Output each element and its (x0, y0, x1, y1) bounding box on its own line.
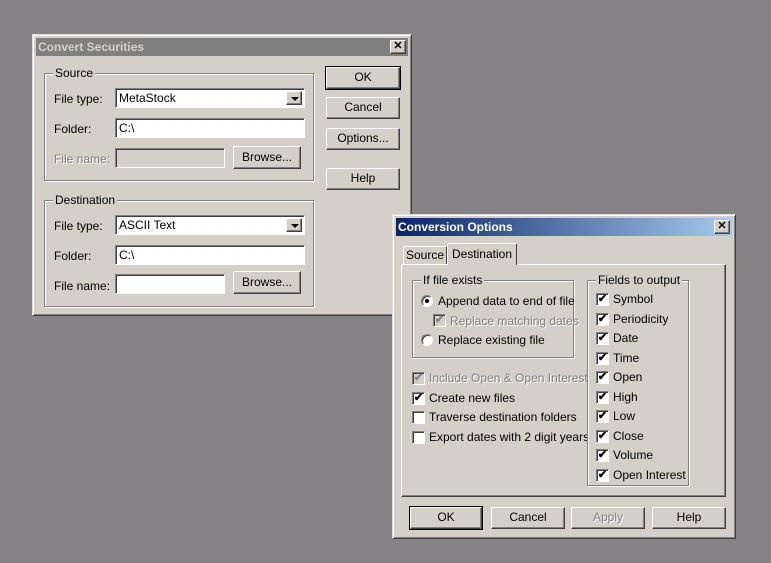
field-checkbox[interactable]: ✔ (596, 371, 609, 384)
source-folder-input[interactable]: C:\ (115, 118, 305, 138)
convert-window-titlebar[interactable]: Convert Securities ✕ (36, 38, 408, 56)
options-apply-button: Apply (571, 507, 645, 529)
field-label: High (613, 389, 638, 404)
append-label: Append data to end of file (438, 294, 575, 308)
if-file-exists-legend: If file exists (421, 273, 485, 287)
field-label: Periodicity (613, 311, 669, 326)
option-label: Export dates with 2 digit years (429, 429, 590, 444)
dest-file-type-value: ASCII Text (119, 218, 176, 232)
field-checkbox[interactable]: ✔ (596, 410, 609, 423)
options-help-button[interactable]: Help (652, 507, 726, 529)
close-icon[interactable]: ✕ (714, 220, 730, 234)
source-browse-button[interactable]: Browse... (233, 146, 301, 169)
help-button[interactable]: Help (326, 168, 400, 190)
field-checkbox[interactable]: ✔ (596, 332, 609, 345)
option-checkbox[interactable] (412, 411, 425, 424)
replace-file-label: Replace existing file (438, 333, 545, 347)
convert-securities-window: Convert Securities ✕ Source File type: M… (32, 34, 412, 316)
dest-folder-label: Folder: (54, 249, 92, 263)
field-label: Time (613, 350, 640, 365)
source-file-name-label: File name: (54, 152, 111, 166)
source-file-type-label: File type: (54, 92, 103, 106)
field-checkbox[interactable]: ✔ (596, 293, 609, 306)
option-label: Create new files (429, 390, 516, 405)
source-legend: Source (53, 66, 96, 80)
source-group: Source File type: MetaStock Folder: C:\ … (44, 66, 314, 181)
convert-window-title: Convert Securities (38, 40, 145, 54)
field-checkbox[interactable]: ✔ (596, 312, 609, 326)
options-list: ✔ Include Open & Open Interest ✔ Create new… (412, 371, 589, 452)
field-label: Close (613, 428, 644, 443)
dest-folder-input[interactable]: C:\ (115, 245, 305, 265)
option-label: Include Open & Open Interest (429, 371, 588, 385)
options-cancel-button[interactable]: Cancel (491, 507, 565, 529)
cancel-button[interactable]: Cancel (326, 97, 400, 119)
ok-button[interactable]: OK (325, 66, 401, 90)
option-checkbox[interactable] (412, 430, 425, 444)
conversion-options-window: Conversion Options ✕ Source Destination … (392, 214, 736, 539)
fields-list: ✔ Symbol ✔ Periodicity ✔ Date ✔ Time ✔ Open ✔ High ✔… (596, 292, 688, 483)
replace-file-radio[interactable] (421, 334, 433, 346)
field-checkbox[interactable]: ✔ (596, 468, 609, 482)
append-radio[interactable] (421, 295, 433, 307)
source-folder-label: Folder: (54, 122, 92, 136)
option-checkbox: ✔ (412, 372, 425, 385)
source-file-type-value: MetaStock (119, 91, 176, 105)
dest-file-name-input[interactable] (115, 274, 225, 294)
dest-browse-button[interactable]: Browse... (233, 271, 301, 294)
chevron-down-icon[interactable] (286, 218, 302, 232)
dest-file-type-combo[interactable]: ASCII Text (115, 215, 305, 235)
destination-legend: Destination (53, 193, 118, 207)
source-file-type-combo[interactable]: MetaStock (115, 88, 305, 108)
close-icon[interactable]: ✕ (390, 40, 406, 54)
options-ok-button[interactable]: OK (409, 506, 483, 530)
replace-dates-checkbox: ✔ (433, 314, 446, 327)
options-window-title: Conversion Options (398, 220, 513, 234)
option-checkbox[interactable]: ✔ (412, 391, 425, 405)
destination-group: Destination File type: ASCII Text Folder… (44, 193, 314, 307)
field-label: Volume (613, 448, 654, 462)
field-checkbox[interactable]: ✔ (596, 390, 609, 404)
option-label: Traverse destination folders (429, 410, 577, 424)
tab-destination[interactable]: Destination (447, 243, 517, 265)
field-checkbox[interactable]: ✔ (596, 449, 609, 462)
replace-dates-label: Replace matching dates (450, 314, 579, 328)
field-label: Open Interest (613, 467, 686, 482)
tab-source[interactable]: Source (403, 246, 447, 264)
source-file-name-input (115, 148, 225, 168)
options-button[interactable]: Options... (326, 128, 400, 150)
chevron-down-icon[interactable] (286, 91, 302, 105)
if-file-exists-group: If file exists Append data to end of fil… (412, 273, 579, 358)
field-label: Date (613, 331, 639, 345)
fields-to-output-group: Fields to output ✔ Symbol ✔ Periodicity ✔ Dat… (587, 273, 689, 486)
field-label: Open (613, 370, 643, 384)
options-window-titlebar[interactable]: Conversion Options ✕ (396, 218, 732, 236)
field-label: Symbol (613, 292, 654, 306)
destination-tab-panel: If file exists Append data to end of fil… (401, 264, 726, 497)
field-checkbox[interactable]: ✔ (596, 429, 609, 443)
dest-file-type-label: File type: (54, 219, 103, 233)
field-checkbox[interactable]: ✔ (596, 351, 609, 365)
fields-legend: Fields to output (596, 273, 683, 287)
dest-file-name-label: File name: (54, 279, 111, 293)
field-label: Low (613, 409, 636, 423)
